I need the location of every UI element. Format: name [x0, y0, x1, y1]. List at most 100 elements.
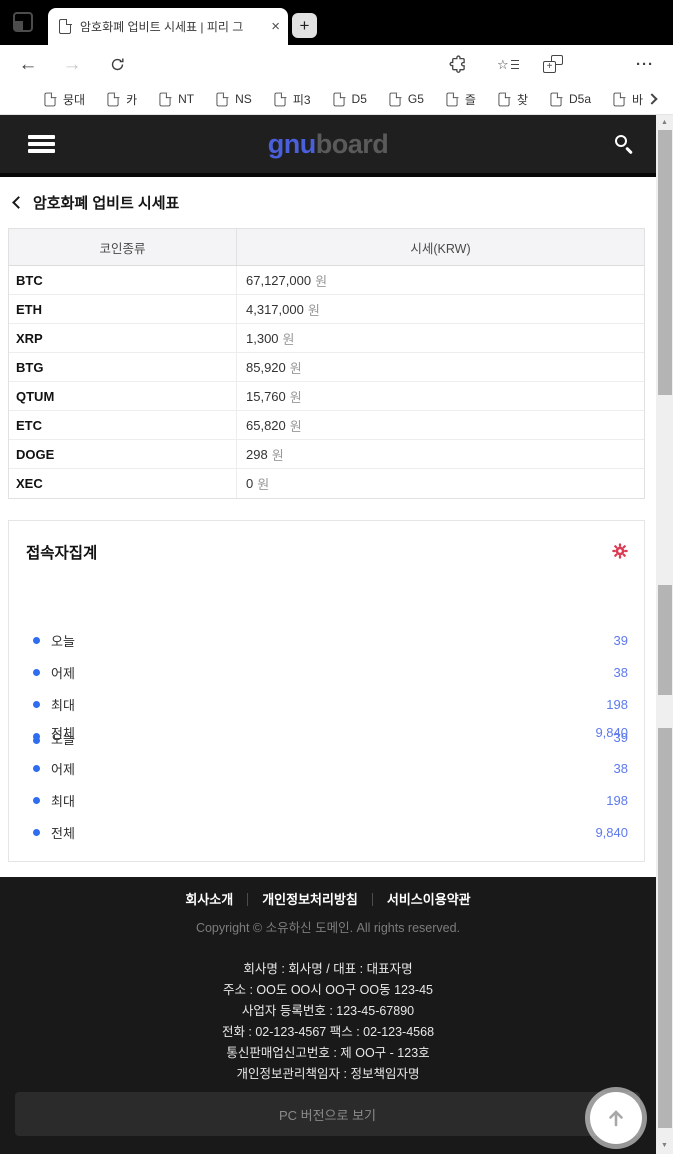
coin-price: 298 [246, 447, 268, 462]
coin-price: 4,317,000 [246, 302, 304, 317]
scrollbar-thumb[interactable] [658, 728, 672, 1128]
bullet-icon [33, 765, 40, 772]
bookmark-item[interactable]: 찾 [498, 91, 528, 108]
scroll-top-button[interactable] [590, 1092, 642, 1144]
scrollbar-down-arrow[interactable]: ▼ [656, 1142, 673, 1149]
bookmark-doc-icon [274, 92, 285, 106]
page-doc-icon [59, 19, 71, 34]
bookmark-item[interactable]: G5 [389, 92, 424, 107]
coin-price: 0 [246, 476, 253, 491]
tab-actions-icon[interactable] [13, 12, 33, 32]
site-header: gnuboard [0, 115, 656, 177]
star-icon: ☆ [497, 57, 509, 73]
collections-icon[interactable] [543, 55, 563, 73]
table-row: BTG 85,920원 [9, 353, 644, 382]
scrollbar-up-arrow[interactable]: ▲ [656, 119, 673, 126]
stat-value: 198 [606, 697, 628, 712]
coin-name: XEC [9, 469, 237, 498]
coin-price: 67,127,000 [246, 273, 311, 288]
page-title-bar[interactable]: 암호화폐 업비트 시세표 [0, 177, 656, 228]
site-footer: 회사소개 개인정보처리방침 서비스이용약관 Copyright © 소유하신 도… [0, 877, 656, 1154]
bookmark-doc-icon [44, 92, 55, 106]
bookmark-label: NT [178, 92, 194, 106]
bullet-icon [33, 637, 40, 644]
price-unit: 원 [290, 358, 302, 377]
coin-price: 85,920 [246, 360, 286, 375]
visitor-stat-row: 어제 38 [9, 752, 644, 784]
bookmark-item[interactable]: 카 [107, 91, 137, 108]
extensions-puzzle-icon[interactable] [446, 45, 470, 84]
bookmark-item[interactable]: NS [216, 92, 252, 107]
visitor-stat-row: 최대 198 [9, 688, 644, 720]
bookmark-item[interactable]: 피3 [274, 91, 311, 108]
bullet-icon [33, 733, 40, 740]
company-info-line: 개인정보관리책임자 : 정보책임자명 [0, 1064, 656, 1085]
coin-name: ETC [9, 411, 237, 439]
stat-label: 어제 [51, 759, 75, 778]
table-row: ETH 4,317,000원 [9, 295, 644, 324]
company-info: 회사명 : 회사명 / 대표 : 대표자명 주소 : OO도 OO시 OO구 O… [0, 959, 656, 1085]
bookmark-label: 찾 [517, 91, 528, 108]
page-title: 암호화폐 업비트 시세표 [33, 192, 179, 213]
visitors-title: 접속자집계 [26, 541, 97, 563]
table-row: XEC 0원 [9, 469, 644, 498]
pc-version-button[interactable]: PC 버전으로 보기 [15, 1092, 640, 1136]
forward-button[interactable]: → [60, 45, 84, 84]
list-lines-icon [511, 60, 519, 70]
price-unit: 원 [283, 329, 295, 348]
browser-tab[interactable]: 암호화폐 업비트 시세표 | 피리 그 × [48, 8, 288, 45]
stat-label: 어제 [51, 663, 75, 682]
refresh-icon [109, 56, 126, 73]
visitor-stat-row: 오늘 39 [9, 624, 644, 656]
footer-link[interactable]: 회사소개 [171, 893, 247, 906]
stat-value: 9,840 [595, 825, 628, 840]
bookmark-item[interactable]: 즐 [446, 91, 476, 108]
bookmark-item[interactable]: 뭉대 [44, 91, 85, 108]
footer-link[interactable]: 서비스이용약관 [372, 893, 485, 906]
tab-close-icon[interactable]: × [271, 19, 280, 34]
site-logo[interactable]: gnuboard [0, 115, 656, 173]
bullet-icon [33, 829, 40, 836]
bookmark-item[interactable]: D5a [550, 92, 591, 107]
bookmark-doc-icon [550, 92, 561, 106]
browser-title-bar: 암호화폐 업비트 시세표 | 피리 그 × + [0, 0, 673, 45]
bookmark-doc-icon [108, 92, 119, 106]
more-menu-button[interactable]: ··· [632, 45, 658, 84]
scrollbar-thumb[interactable] [658, 585, 672, 695]
table-row: ETC 65,820 원 [9, 411, 644, 440]
price-unit: 원 [290, 387, 302, 406]
visitors-card: 접속자집계 [8, 520, 645, 862]
scrollbar-thumb[interactable] [658, 130, 672, 395]
stat-value: 198 [606, 793, 628, 808]
visitor-stat-row: 어제 38 [9, 656, 644, 688]
stat-label: 최대 [51, 695, 75, 714]
settings-gear-icon[interactable] [612, 543, 628, 559]
stat-value: 9,840 [595, 725, 628, 740]
stat-label: 전체 [51, 823, 75, 842]
header-coin-type: 코인종류 [9, 229, 237, 265]
browser-toolbar: ← → https://piree.kr/demo5... ☆ ONE ☆ ··… [0, 45, 673, 84]
favorites-bar-icon[interactable]: ☆ [497, 45, 519, 84]
coin-name: DOGE [9, 440, 237, 468]
refresh-button[interactable] [105, 45, 129, 84]
bookmark-item[interactable]: NT [159, 92, 194, 107]
back-button[interactable]: ← [16, 45, 40, 84]
bookmark-label: D5a [569, 92, 591, 106]
company-info-line: 전화 : 02-123-4567 팩스 : 02-123-4568 [0, 1022, 656, 1043]
table-row: BTC 67,127,000원 [9, 266, 644, 295]
price-unit: 원 [290, 416, 302, 435]
search-icon[interactable] [614, 134, 634, 154]
bullet-icon [33, 797, 40, 804]
bookmark-item[interactable]: 바 [613, 91, 643, 108]
coin-price-table: 코인종류 시세(KRW) BTC 67,127,000원 ETH 4,317,0… [8, 228, 645, 499]
page-scrollbar[interactable]: ▲ ▼ [656, 115, 673, 1154]
new-tab-button[interactable]: + [292, 13, 317, 38]
visitor-stat-row: 최대 198 [9, 784, 644, 816]
bookmark-doc-icon [389, 92, 400, 106]
footer-links: 회사소개 개인정보처리방침 서비스이용약관 [0, 893, 656, 906]
bookmark-item[interactable]: D5 [333, 92, 367, 107]
coin-price: 65,820 [246, 418, 286, 433]
footer-link[interactable]: 개인정보처리방침 [247, 893, 372, 906]
coin-price: 15,760 [246, 389, 286, 404]
bookmark-doc-icon [217, 92, 228, 106]
